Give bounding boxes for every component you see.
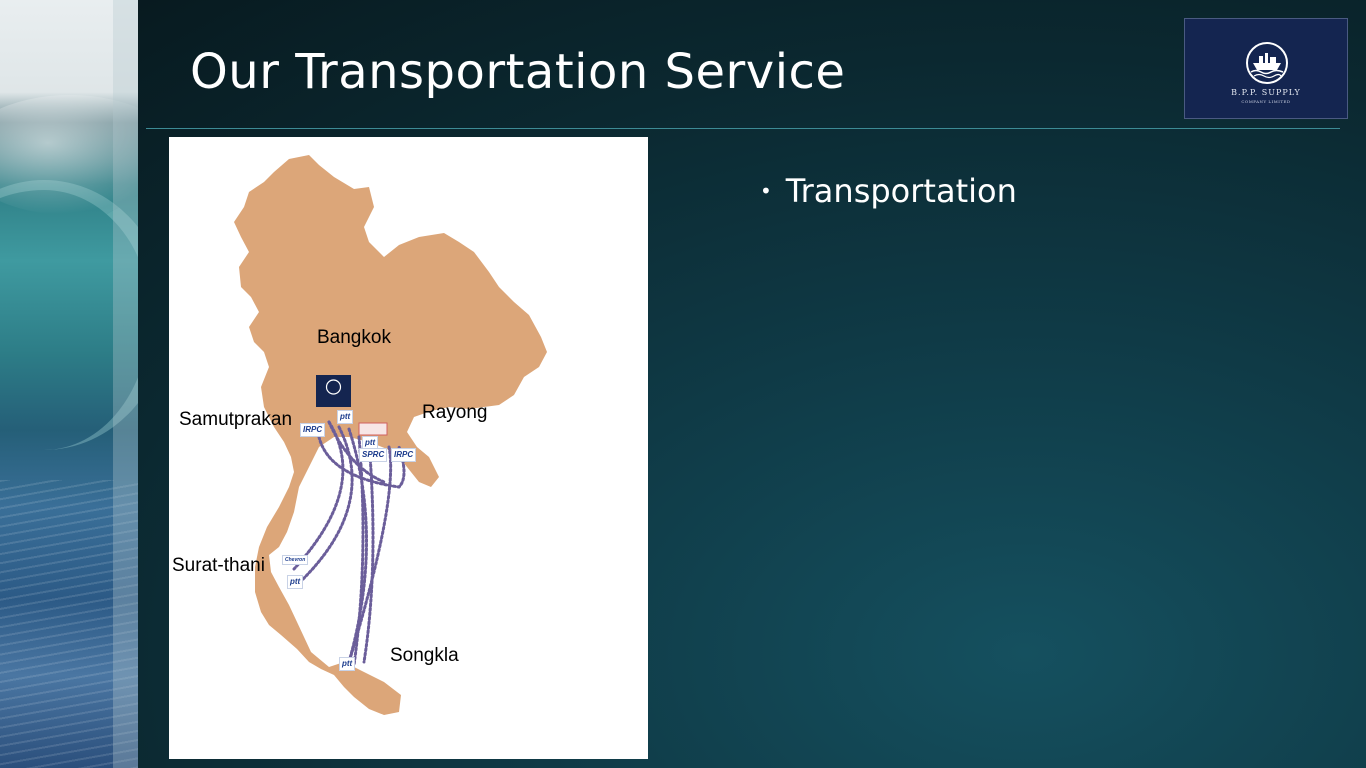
- bullet-text: Transportation: [785, 172, 1017, 210]
- route-7: [347, 445, 393, 664]
- sprc-logo-rayong: SPRC: [359, 448, 388, 462]
- thailand-map-panel: Bangkok Rayong Samutprakan Surat-thani S…: [169, 137, 648, 759]
- ptt-logo-songkla: ptt: [339, 657, 356, 671]
- company-logo: B.P.P. SUPPLY COMPANY LIMITED: [1184, 18, 1348, 119]
- logo-subtitle: COMPANY LIMITED: [1241, 99, 1291, 104]
- logo-name: B.P.P. SUPPLY: [1231, 88, 1301, 97]
- ptt-logo-surat-thani: ptt: [287, 575, 304, 589]
- bullet-dot-icon: •: [760, 179, 772, 203]
- label-bangkok: Bangkok: [317, 327, 391, 348]
- label-samutprakan: Samutprakan: [179, 409, 293, 430]
- thailand-land: [234, 155, 547, 715]
- label-songkla: Songkla: [390, 645, 459, 666]
- label-surat-thani: Surat-thani: [172, 555, 265, 576]
- decorative-bar: [113, 0, 138, 768]
- title-divider: [146, 128, 1340, 129]
- irpc-logo-rayong: IRPC: [391, 448, 417, 462]
- chevron-logo-surat-thani: Chevron: [282, 555, 309, 565]
- ptt-logo-samutprakan: ptt: [337, 410, 354, 424]
- ship-emblem-icon: [1246, 42, 1288, 84]
- label-rayong: Rayong: [422, 402, 488, 423]
- refinery-marker: [358, 422, 388, 436]
- irpc-logo-samutprakan: IRPC: [300, 423, 326, 437]
- slide-title: Our Transportation Service: [190, 44, 846, 100]
- bullet-transportation: • Transportation: [760, 172, 1017, 210]
